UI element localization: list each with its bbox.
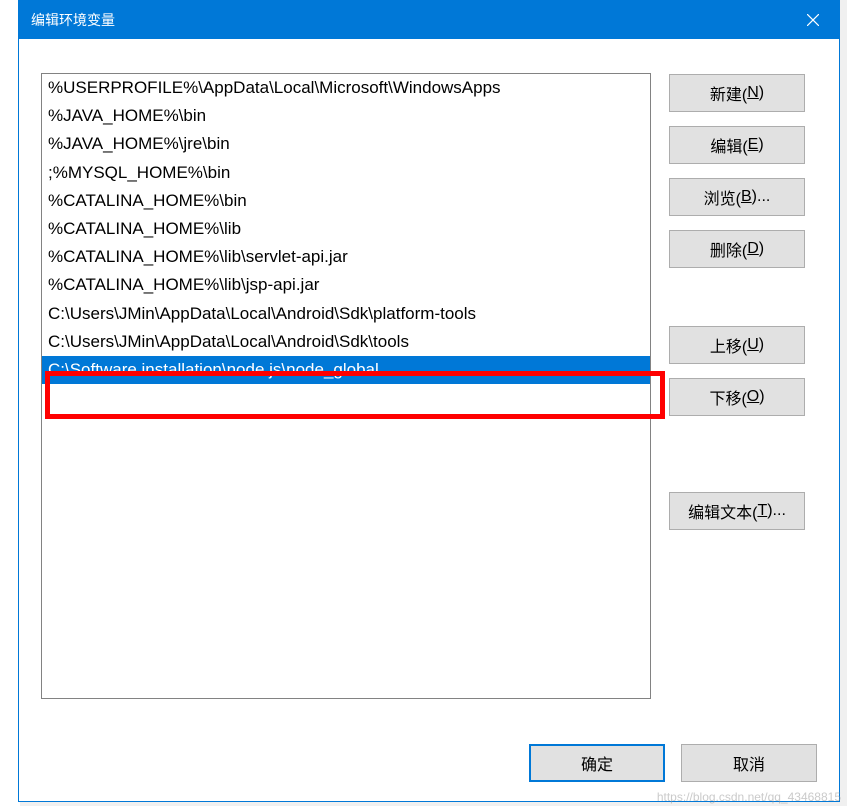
btn-key: E	[748, 136, 759, 154]
move-up-button[interactable]: 上移(U)	[669, 326, 805, 364]
btn-key: B	[741, 188, 752, 206]
cancel-button[interactable]: 取消	[681, 744, 817, 782]
list-item[interactable]: ;%MYSQL_HOME%\bin	[42, 159, 650, 187]
close-icon	[807, 14, 819, 26]
dialog-body: %USERPROFILE%\AppData\Local\Microsoft\Wi…	[19, 39, 839, 725]
list-item[interactable]: C:\Users\JMin\AppData\Local\Android\Sdk\…	[42, 300, 650, 328]
ok-button[interactable]: 确定	[529, 744, 665, 782]
spacer	[669, 430, 805, 478]
close-button[interactable]	[787, 1, 839, 39]
btn-text: 新建(	[710, 81, 747, 105]
btn-suffix: )	[759, 84, 764, 102]
btn-text: 浏览(	[704, 185, 741, 209]
dialog-footer: 确定 取消	[19, 725, 839, 801]
list-item[interactable]: C:\Users\JMin\AppData\Local\Android\Sdk\…	[42, 328, 650, 356]
browse-button[interactable]: 浏览(B)...	[669, 178, 805, 216]
titlebar: 编辑环境变量	[19, 1, 839, 39]
btn-text: 上移(	[710, 333, 747, 357]
move-down-button[interactable]: 下移(O)	[669, 378, 805, 416]
list-item[interactable]: %CATALINA_HOME%\bin	[42, 187, 650, 215]
btn-suffix: )...	[752, 188, 771, 206]
btn-suffix: )	[758, 136, 763, 154]
list-item[interactable]: %CATALINA_HOME%\lib	[42, 215, 650, 243]
edit-env-dialog: 编辑环境变量 %USERPROFILE%\AppData\Local\Micro…	[18, 0, 840, 802]
btn-key: N	[747, 84, 759, 102]
btn-key: O	[747, 388, 759, 406]
edit-button[interactable]: 编辑(E)	[669, 126, 805, 164]
btn-suffix: )	[759, 388, 764, 406]
btn-suffix: )...	[767, 502, 786, 520]
list-item[interactable]: %CATALINA_HOME%\lib\jsp-api.jar	[42, 271, 650, 299]
list-item[interactable]: %JAVA_HOME%\bin	[42, 102, 650, 130]
btn-key: D	[747, 240, 759, 258]
list-item[interactable]: %USERPROFILE%\AppData\Local\Microsoft\Wi…	[42, 74, 650, 102]
spacer	[669, 282, 805, 312]
btn-text: 删除(	[710, 237, 747, 261]
btn-key: T	[757, 502, 767, 520]
btn-text: 编辑(	[710, 133, 747, 157]
list-item[interactable]: %CATALINA_HOME%\lib\servlet-api.jar	[42, 243, 650, 271]
list-item[interactable]: C:\Software installation\node.js\node_gl…	[42, 356, 650, 384]
btn-text: 下移(	[709, 385, 746, 409]
list-item[interactable]: %JAVA_HOME%\jre\bin	[42, 130, 650, 158]
path-list[interactable]: %USERPROFILE%\AppData\Local\Microsoft\Wi…	[41, 73, 651, 699]
btn-suffix: )	[759, 336, 764, 354]
window-title: 编辑环境变量	[31, 10, 115, 30]
btn-text: 编辑文本(	[688, 499, 757, 523]
delete-button[interactable]: 删除(D)	[669, 230, 805, 268]
btn-suffix: )	[759, 240, 764, 258]
side-buttons: 新建(N) 编辑(E) 浏览(B)... 删除(D) 上移(U) 下移(O) 编…	[669, 73, 805, 713]
new-button[interactable]: 新建(N)	[669, 74, 805, 112]
background-partial	[0, 0, 20, 806]
btn-key: U	[747, 336, 759, 354]
edit-text-button[interactable]: 编辑文本(T)...	[669, 492, 805, 530]
